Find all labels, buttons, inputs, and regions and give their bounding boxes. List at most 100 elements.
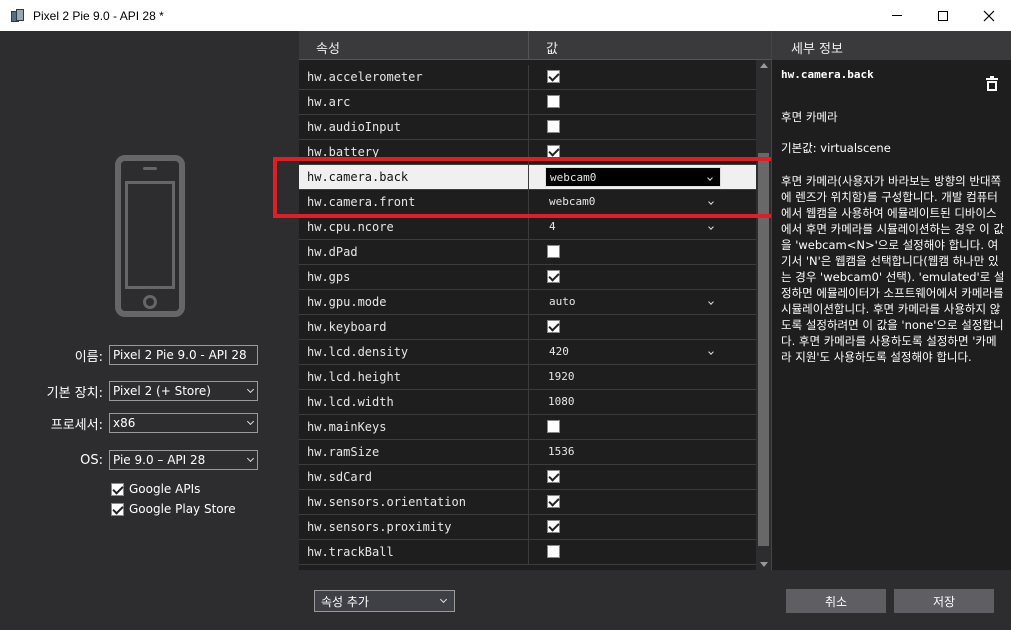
property-value-input[interactable]: 1536 [548,445,575,458]
google-play-label: Google Play Store [129,502,236,516]
property-value: 4 [549,220,556,233]
property-value-checkbox[interactable] [547,520,560,533]
chevron-down-icon [708,299,714,305]
value-column-header[interactable]: 값 [546,38,558,57]
property-name: hw.lcd.height [307,370,401,384]
property-value-checkbox[interactable] [547,320,560,333]
google-play-checkbox[interactable] [111,502,124,516]
base-device-row: 기본 장치: Pixel 2 (+ Store) [0,381,258,401]
property-grid: 속성 값 hw.accelerometer hw.arc hw.audioInput… [299,31,771,570]
name-input[interactable]: Pixel 2 Pie 9.0 - API 28 [109,345,258,365]
cancel-button[interactable]: 취소 [786,589,886,613]
scroll-down-icon[interactable] [760,562,768,567]
window-title: Pixel 2 Pie 9.0 - API 28 * [33,8,164,23]
title-bar: Pixel 2 Pie 9.0 - API 28 * [0,0,1011,31]
property-row[interactable]: hw.audioInput [299,115,756,140]
scroll-up-icon[interactable] [760,63,768,68]
property-row[interactable]: hw.dPad [299,240,756,265]
property-name: hw.accelerometer [307,70,423,84]
add-property-dropdown[interactable]: 속성 추가 [314,590,455,612]
details-header-label: 세부 정보 [791,42,843,57]
property-row[interactable]: hw.trackBall [299,540,756,565]
property-row[interactable]: hw.keyboard [299,315,756,340]
property-value-checkbox[interactable] [547,120,560,133]
property-name: hw.keyboard [307,320,387,334]
close-button[interactable] [966,0,1011,31]
property-name: hw.audioInput [307,120,401,134]
property-row[interactable]: hw.sdCard [299,465,756,490]
property-value-checkbox[interactable] [547,245,560,258]
property-name: hw.mainKeys [307,420,387,434]
minimize-button[interactable] [874,0,920,31]
base-device-value: Pixel 2 (+ Store) [113,384,211,398]
property-row[interactable]: hw.lcd.height 1920 [299,365,756,390]
property-value: auto [549,295,576,308]
phone-icon [115,155,185,317]
os-label: OS: [80,452,103,468]
property-row[interactable]: hw.sensors.orientation [299,490,756,515]
property-row[interactable]: hw.gpu.mode auto [299,290,756,315]
add-property-label: 속성 추가 [321,594,369,609]
grid-header: 속성 값 [299,31,771,60]
details-friendly-name: 후면 카메라 [781,110,838,124]
property-value-input[interactable]: 1080 [548,395,575,408]
os-dropdown[interactable]: Pie 9.0 – API 28 [109,450,258,470]
base-device-dropdown[interactable]: Pixel 2 (+ Store) [109,381,258,401]
close-icon [983,10,995,21]
property-value-checkbox[interactable] [547,70,560,83]
trash-icon[interactable] [986,76,998,91]
property-row[interactable]: hw.mainKeys [299,415,756,440]
property-value-checkbox[interactable] [547,270,560,283]
save-button[interactable]: 저장 [894,589,994,613]
details-panel: 세부 정보 hw.camera.back 후면 카메라 기본값: virtual… [771,31,1011,570]
property-name: hw.arc [307,95,351,109]
processor-label: 프로세서: [50,417,103,433]
details-default-value: 기본값: virtualscene [781,141,891,155]
maximize-icon [938,10,948,21]
property-column-header[interactable]: 속성 [316,38,340,57]
property-value-checkbox[interactable] [547,420,560,433]
property-value-checkbox[interactable] [547,470,560,483]
maximize-button[interactable] [920,0,966,31]
details-description: 후면 카메라(사용자가 바라보는 방향의 반대쪽에 렌즈가 위치함)를 구성합니… [781,174,1005,364]
name-label: 이름: [74,349,103,365]
property-value: 420 [549,345,569,358]
processor-dropdown[interactable]: x86 [109,413,258,433]
google-play-checkbox-row[interactable]: Google Play Store [111,502,236,516]
grid-scrollbar[interactable] [756,60,771,570]
chevron-down-icon [439,595,448,604]
property-value-checkbox[interactable] [547,495,560,508]
google-apis-checkbox[interactable] [111,482,124,496]
property-name: hw.sensors.orientation [307,495,466,509]
chevron-down-icon [246,417,255,426]
property-row[interactable]: hw.gps [299,265,756,290]
property-row[interactable]: hw.arc [299,90,756,115]
annotation-highlight-box [273,157,775,218]
chevron-down-icon [246,385,255,394]
google-apis-checkbox-row[interactable]: Google APIs [111,482,200,496]
property-row[interactable]: hw.ramSize 1536 [299,440,756,465]
processor-row: 프로세서: x86 [0,413,258,433]
minimize-icon [892,15,902,16]
device-manager-app-icon [11,8,25,23]
property-value-checkbox[interactable] [547,95,560,108]
property-name: hw.lcd.width [307,395,394,409]
property-name: hw.lcd.density [307,345,409,359]
details-property-name: hw.camera.back [781,68,874,81]
property-value-checkbox[interactable] [547,545,560,558]
device-summary-panel: 이름: Pixel 2 Pie 9.0 - API 28 기본 장치: Pixe… [0,31,299,630]
property-row[interactable]: hw.sensors.proximity [299,515,756,540]
chevron-down-icon [708,349,714,355]
property-row[interactable]: hw.lcd.width 1080 [299,390,756,415]
property-value-dropdown[interactable]: auto [545,292,721,312]
os-row: OS: Pie 9.0 – API 28 [0,450,258,470]
property-row[interactable]: hw.lcd.density 420 [299,340,756,365]
property-value-input[interactable]: 1920 [548,370,575,383]
details-header: 세부 정보 [772,31,1011,60]
property-value-dropdown[interactable]: 420 [545,342,721,362]
name-row: 이름: Pixel 2 Pie 9.0 - API 28 [0,345,258,365]
property-row[interactable]: hw.cpu.ncore 4 [299,215,756,240]
property-row[interactable]: hw.accelerometer [299,65,756,90]
property-name: hw.ramSize [307,445,380,459]
property-value-dropdown[interactable]: 4 [545,217,721,237]
